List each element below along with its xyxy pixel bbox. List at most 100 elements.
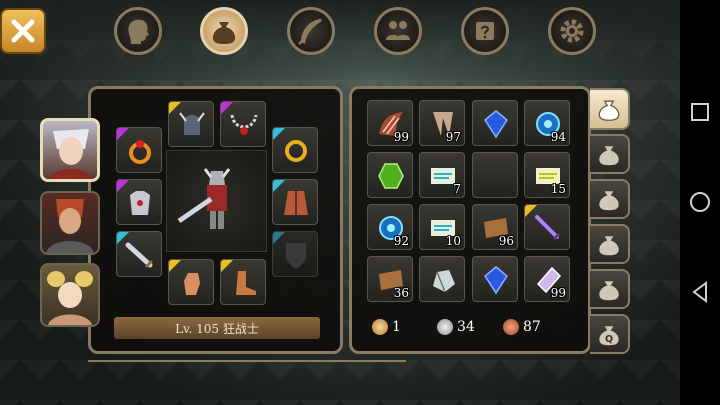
close-icon <box>11 19 35 43</box>
bag-tab-quest[interactable]: Q <box>590 314 630 354</box>
inventory-slot[interactable] <box>472 256 518 302</box>
portrait-red-hair[interactable] <box>40 191 100 255</box>
bag-icon <box>599 236 619 256</box>
bag-tab-4[interactable] <box>590 224 630 264</box>
bag-icon <box>599 281 619 301</box>
party-tab[interactable] <box>374 7 422 55</box>
item-count: 36 <box>393 286 409 300</box>
quest-bag-label: Q <box>605 334 613 345</box>
inventory-slot[interactable] <box>524 204 570 250</box>
equip-slot-armor[interactable] <box>116 179 162 225</box>
skills-tab[interactable] <box>287 7 335 55</box>
gear-icon <box>560 19 584 43</box>
inventory-slot[interactable]: 99 <box>524 256 570 302</box>
feather-icon <box>298 18 322 45</box>
back-icon[interactable] <box>688 280 712 304</box>
quest-bag-icon: Q <box>599 326 619 346</box>
portrait-berserker[interactable] <box>40 118 100 182</box>
character-tab[interactable] <box>114 7 162 55</box>
inventory-slot-empty[interactable] <box>472 152 518 198</box>
inventory-slot[interactable]: 96 <box>472 204 518 250</box>
blue-gem-icon <box>484 110 508 139</box>
ring-icon <box>285 140 307 162</box>
gloves-icon <box>184 273 200 295</box>
item-count: 10 <box>445 234 461 248</box>
gold-amount: 1 <box>392 319 401 335</box>
character-portrait-icon <box>47 271 93 325</box>
bag-tab-5[interactable] <box>590 269 630 309</box>
boots-icon <box>236 271 256 295</box>
equip-slot-shield[interactable] <box>272 231 318 277</box>
scroll-icon <box>476 22 494 40</box>
cape-icon <box>284 191 308 215</box>
bag-icon <box>599 191 619 211</box>
inventory-slot[interactable] <box>419 256 465 302</box>
copper-amount: 87 <box>523 319 541 335</box>
inventory-bag-tab[interactable] <box>200 7 248 55</box>
character-portrait-icon <box>49 129 93 179</box>
gold-coin-icon <box>372 319 388 335</box>
item-count: 99 <box>393 130 409 144</box>
silver-amount: 34 <box>457 319 475 335</box>
inventory-slot[interactable]: 15 <box>524 152 570 198</box>
equip-slot-necklace[interactable] <box>220 101 266 147</box>
quest-scroll-tab[interactable] <box>461 7 509 55</box>
inventory-slot[interactable]: 36 <box>367 256 413 302</box>
inventory-slot[interactable]: 10 <box>419 204 465 250</box>
equip-slot-helmet[interactable] <box>168 101 214 147</box>
item-count: 7 <box>453 182 461 196</box>
bag-tab-1[interactable] <box>590 88 630 130</box>
home-icon[interactable] <box>688 190 712 214</box>
equip-slot-gloves[interactable] <box>168 259 214 305</box>
bag-icon <box>598 100 620 121</box>
copper-currency: 87 <box>503 316 541 338</box>
armor-icon <box>130 191 150 215</box>
equip-slot-boots[interactable] <box>220 259 266 305</box>
gold-currency: 1 <box>372 316 401 338</box>
people-icon <box>386 21 410 40</box>
green-gem-icon <box>378 163 404 189</box>
close-button[interactable] <box>0 8 46 54</box>
divider-line <box>88 360 406 362</box>
inventory-slot[interactable]: 7 <box>419 152 465 198</box>
metal-ore-icon <box>433 270 455 293</box>
equip-slot-ring-right[interactable] <box>272 127 318 173</box>
knight-figure-icon <box>177 168 231 229</box>
silver-currency: 34 <box>437 316 475 338</box>
bag-tab-3[interactable] <box>590 179 630 219</box>
character-portrait-icon <box>46 199 94 253</box>
equip-slot-cape[interactable] <box>272 179 318 225</box>
equip-slot-weapon[interactable] <box>116 231 162 277</box>
helmet-icon <box>179 112 205 135</box>
silver-coin-icon <box>437 319 453 335</box>
item-count: 97 <box>445 130 461 144</box>
copper-coin-icon <box>503 319 519 335</box>
inventory-slot[interactable]: 99 <box>367 100 413 146</box>
equip-slot-ring-left[interactable] <box>116 127 162 173</box>
sword-icon <box>125 242 154 269</box>
item-count: 96 <box>498 234 514 248</box>
inventory-slot[interactable] <box>367 152 413 198</box>
shield-icon <box>286 243 306 269</box>
settings-tab[interactable] <box>548 7 596 55</box>
blue-gem-icon <box>484 266 508 295</box>
inventory-slot[interactable] <box>472 100 518 146</box>
inventory-slot[interactable]: 94 <box>524 100 570 146</box>
inventory-slot[interactable]: 92 <box>367 204 413 250</box>
portrait-blonde[interactable] <box>40 263 100 327</box>
item-count: 92 <box>393 234 409 248</box>
bag-tab-2[interactable] <box>590 134 630 174</box>
recent-apps-icon[interactable] <box>688 100 712 124</box>
dagger-icon <box>535 215 561 241</box>
head-profile-icon <box>128 19 149 44</box>
item-count: 94 <box>550 130 566 144</box>
system-nav-bar <box>680 0 720 405</box>
character-model <box>166 150 267 252</box>
item-count: 99 <box>550 286 566 300</box>
bag-icon <box>599 146 619 166</box>
inventory-slot[interactable]: 97 <box>419 100 465 146</box>
bag-icon <box>212 22 236 44</box>
ring-icon <box>129 140 151 164</box>
level-class-label: Lv. 105 狂战士 <box>114 317 320 339</box>
item-count: 15 <box>550 182 566 196</box>
